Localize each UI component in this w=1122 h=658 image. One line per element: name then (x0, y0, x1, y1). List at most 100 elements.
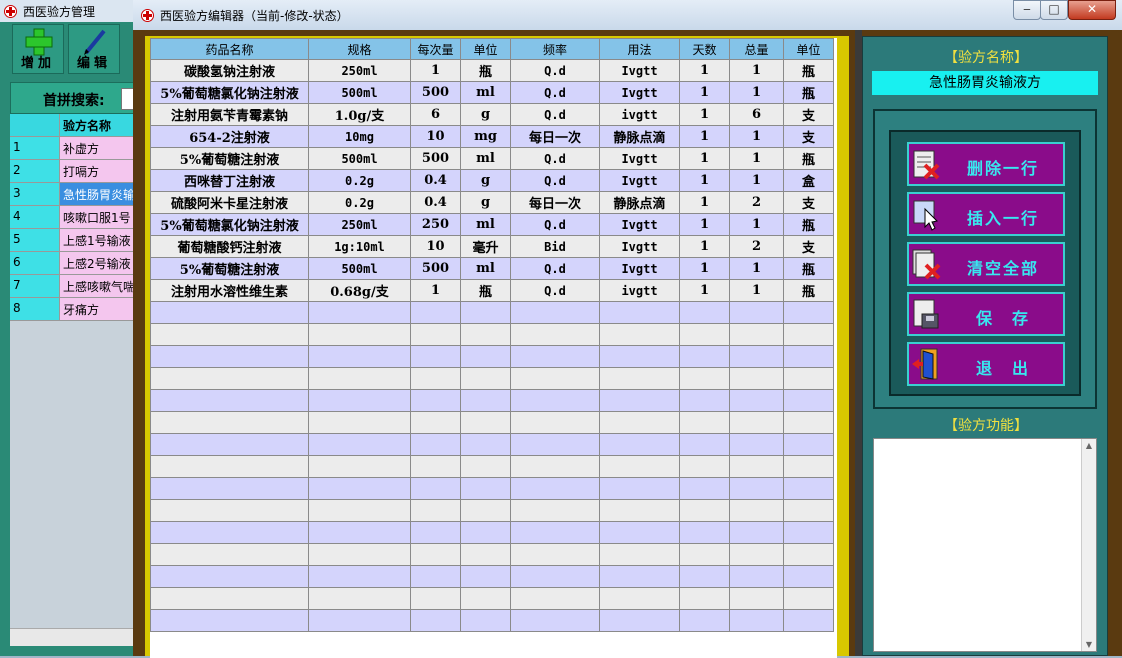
table-cell[interactable] (510, 543, 600, 566)
table-cell[interactable] (679, 477, 730, 500)
table-row[interactable]: 西咪替丁注射液 0.2g 0.4 g Q.d Ivgtt 1 1 盒 (150, 169, 834, 192)
table-cell[interactable] (510, 477, 600, 500)
table-cell[interactable]: 每日一次 (510, 191, 600, 214)
table-cell[interactable]: 1 (679, 213, 730, 236)
table-cell[interactable] (410, 389, 461, 412)
table-cell[interactable]: ml (460, 81, 511, 104)
table-cell[interactable] (599, 455, 680, 478)
table-cell[interactable] (308, 565, 411, 588)
table-cell[interactable]: ivgtt (599, 103, 680, 126)
table-cell[interactable]: 1 (679, 81, 730, 104)
table-cell[interactable] (308, 433, 411, 456)
table-cell[interactable] (510, 609, 600, 632)
table-cell[interactable]: 10mg (308, 125, 411, 148)
table-cell[interactable]: 250ml (308, 213, 411, 236)
column-header[interactable]: 每次量 (410, 38, 461, 60)
empty-table-row[interactable] (150, 389, 834, 412)
table-cell[interactable] (729, 565, 784, 588)
table-cell[interactable]: 盒 (783, 169, 834, 192)
table-cell[interactable] (150, 323, 309, 346)
table-cell[interactable]: 1 (729, 147, 784, 170)
table-cell[interactable] (729, 433, 784, 456)
add-button[interactable]: 增加 (12, 24, 64, 74)
table-cell[interactable] (783, 521, 834, 544)
table-cell[interactable] (150, 411, 309, 434)
table-cell[interactable]: Ivgtt (599, 81, 680, 104)
table-row[interactable]: 注射用水溶性维生素 0.68g/支 1 瓶 Q.d ivgtt 1 1 瓶 (150, 279, 834, 302)
table-cell[interactable] (510, 499, 600, 522)
table-cell[interactable]: 1 (679, 235, 730, 258)
table-cell[interactable] (410, 433, 461, 456)
table-cell[interactable] (599, 499, 680, 522)
table-cell[interactable] (150, 367, 309, 390)
table-cell[interactable]: 1 (729, 169, 784, 192)
table-cell[interactable] (729, 543, 784, 566)
column-header[interactable]: 天数 (679, 38, 730, 60)
table-cell[interactable] (460, 477, 511, 500)
table-cell[interactable] (599, 345, 680, 368)
table-cell[interactable]: 500 (410, 257, 461, 280)
table-cell[interactable] (308, 345, 411, 368)
table-cell[interactable] (679, 367, 730, 390)
panel-divider[interactable] (855, 30, 862, 656)
table-cell[interactable] (308, 521, 411, 544)
table-cell[interactable] (410, 565, 461, 588)
function-scrollbar[interactable]: ▲ ▼ (1081, 439, 1096, 651)
table-cell[interactable] (410, 499, 461, 522)
table-cell[interactable] (410, 543, 461, 566)
table-cell[interactable]: 1 (729, 81, 784, 104)
table-cell[interactable] (410, 367, 461, 390)
table-cell[interactable] (729, 587, 784, 610)
table-cell[interactable]: Q.d (510, 147, 600, 170)
table-cell[interactable] (783, 389, 834, 412)
table-cell[interactable]: 1 (679, 169, 730, 192)
save-button[interactable]: 保 存 (907, 292, 1065, 336)
table-cell[interactable] (460, 609, 511, 632)
table-cell[interactable]: 1 (410, 59, 461, 82)
table-cell[interactable] (460, 323, 511, 346)
table-cell[interactable] (150, 301, 309, 324)
table-cell[interactable]: 5%葡萄糖注射液 (150, 147, 309, 170)
table-cell[interactable]: 250 (410, 213, 461, 236)
table-cell[interactable]: 654-2注射液 (150, 125, 309, 148)
table-cell[interactable]: 瓶 (783, 59, 834, 82)
table-cell[interactable]: Ivgtt (599, 213, 680, 236)
table-cell[interactable] (150, 587, 309, 610)
table-cell[interactable] (783, 565, 834, 588)
table-cell[interactable] (150, 521, 309, 544)
table-cell[interactable] (308, 587, 411, 610)
editor-titlebar[interactable]: 西医验方编辑器（当前-修改-状态） (133, 0, 1122, 30)
table-cell[interactable]: Q.d (510, 279, 600, 302)
table-row[interactable]: 5%葡萄糖氯化钠注射液 500ml 500 ml Q.d Ivgtt 1 1 瓶 (150, 81, 834, 104)
empty-table-row[interactable] (150, 565, 834, 588)
table-cell[interactable]: 5%葡萄糖氯化钠注射液 (150, 213, 309, 236)
table-cell[interactable] (599, 301, 680, 324)
table-cell[interactable] (679, 455, 730, 478)
table-cell[interactable]: 瓶 (783, 279, 834, 302)
table-cell[interactable]: ivgtt (599, 279, 680, 302)
table-cell[interactable] (510, 411, 600, 434)
column-header[interactable]: 规格 (308, 38, 411, 60)
table-cell[interactable]: 10 (410, 235, 461, 258)
table-cell[interactable] (510, 323, 600, 346)
table-cell[interactable] (783, 323, 834, 346)
table-cell[interactable]: 支 (783, 191, 834, 214)
empty-table-row[interactable] (150, 345, 834, 368)
table-row[interactable]: 654-2注射液 10mg 10 mg 每日一次 静脉点滴 1 1 支 (150, 125, 834, 148)
table-cell[interactable] (150, 477, 309, 500)
table-cell[interactable] (460, 499, 511, 522)
table-cell[interactable] (783, 455, 834, 478)
table-row[interactable]: 5%葡萄糖注射液 500ml 500 ml Q.d Ivgtt 1 1 瓶 (150, 257, 834, 280)
table-cell[interactable] (729, 367, 784, 390)
table-cell[interactable]: 1 (679, 279, 730, 302)
table-cell[interactable]: Q.d (510, 169, 600, 192)
table-cell[interactable]: 10 (410, 125, 461, 148)
table-cell[interactable]: Ivgtt (599, 257, 680, 280)
table-cell[interactable] (729, 477, 784, 500)
column-header[interactable]: 总量 (729, 38, 784, 60)
table-cell[interactable]: 每日一次 (510, 125, 600, 148)
table-cell[interactable]: 500 (410, 81, 461, 104)
empty-table-row[interactable] (150, 433, 834, 456)
table-cell[interactable]: 静脉点滴 (599, 191, 680, 214)
table-cell[interactable]: ml (460, 213, 511, 236)
